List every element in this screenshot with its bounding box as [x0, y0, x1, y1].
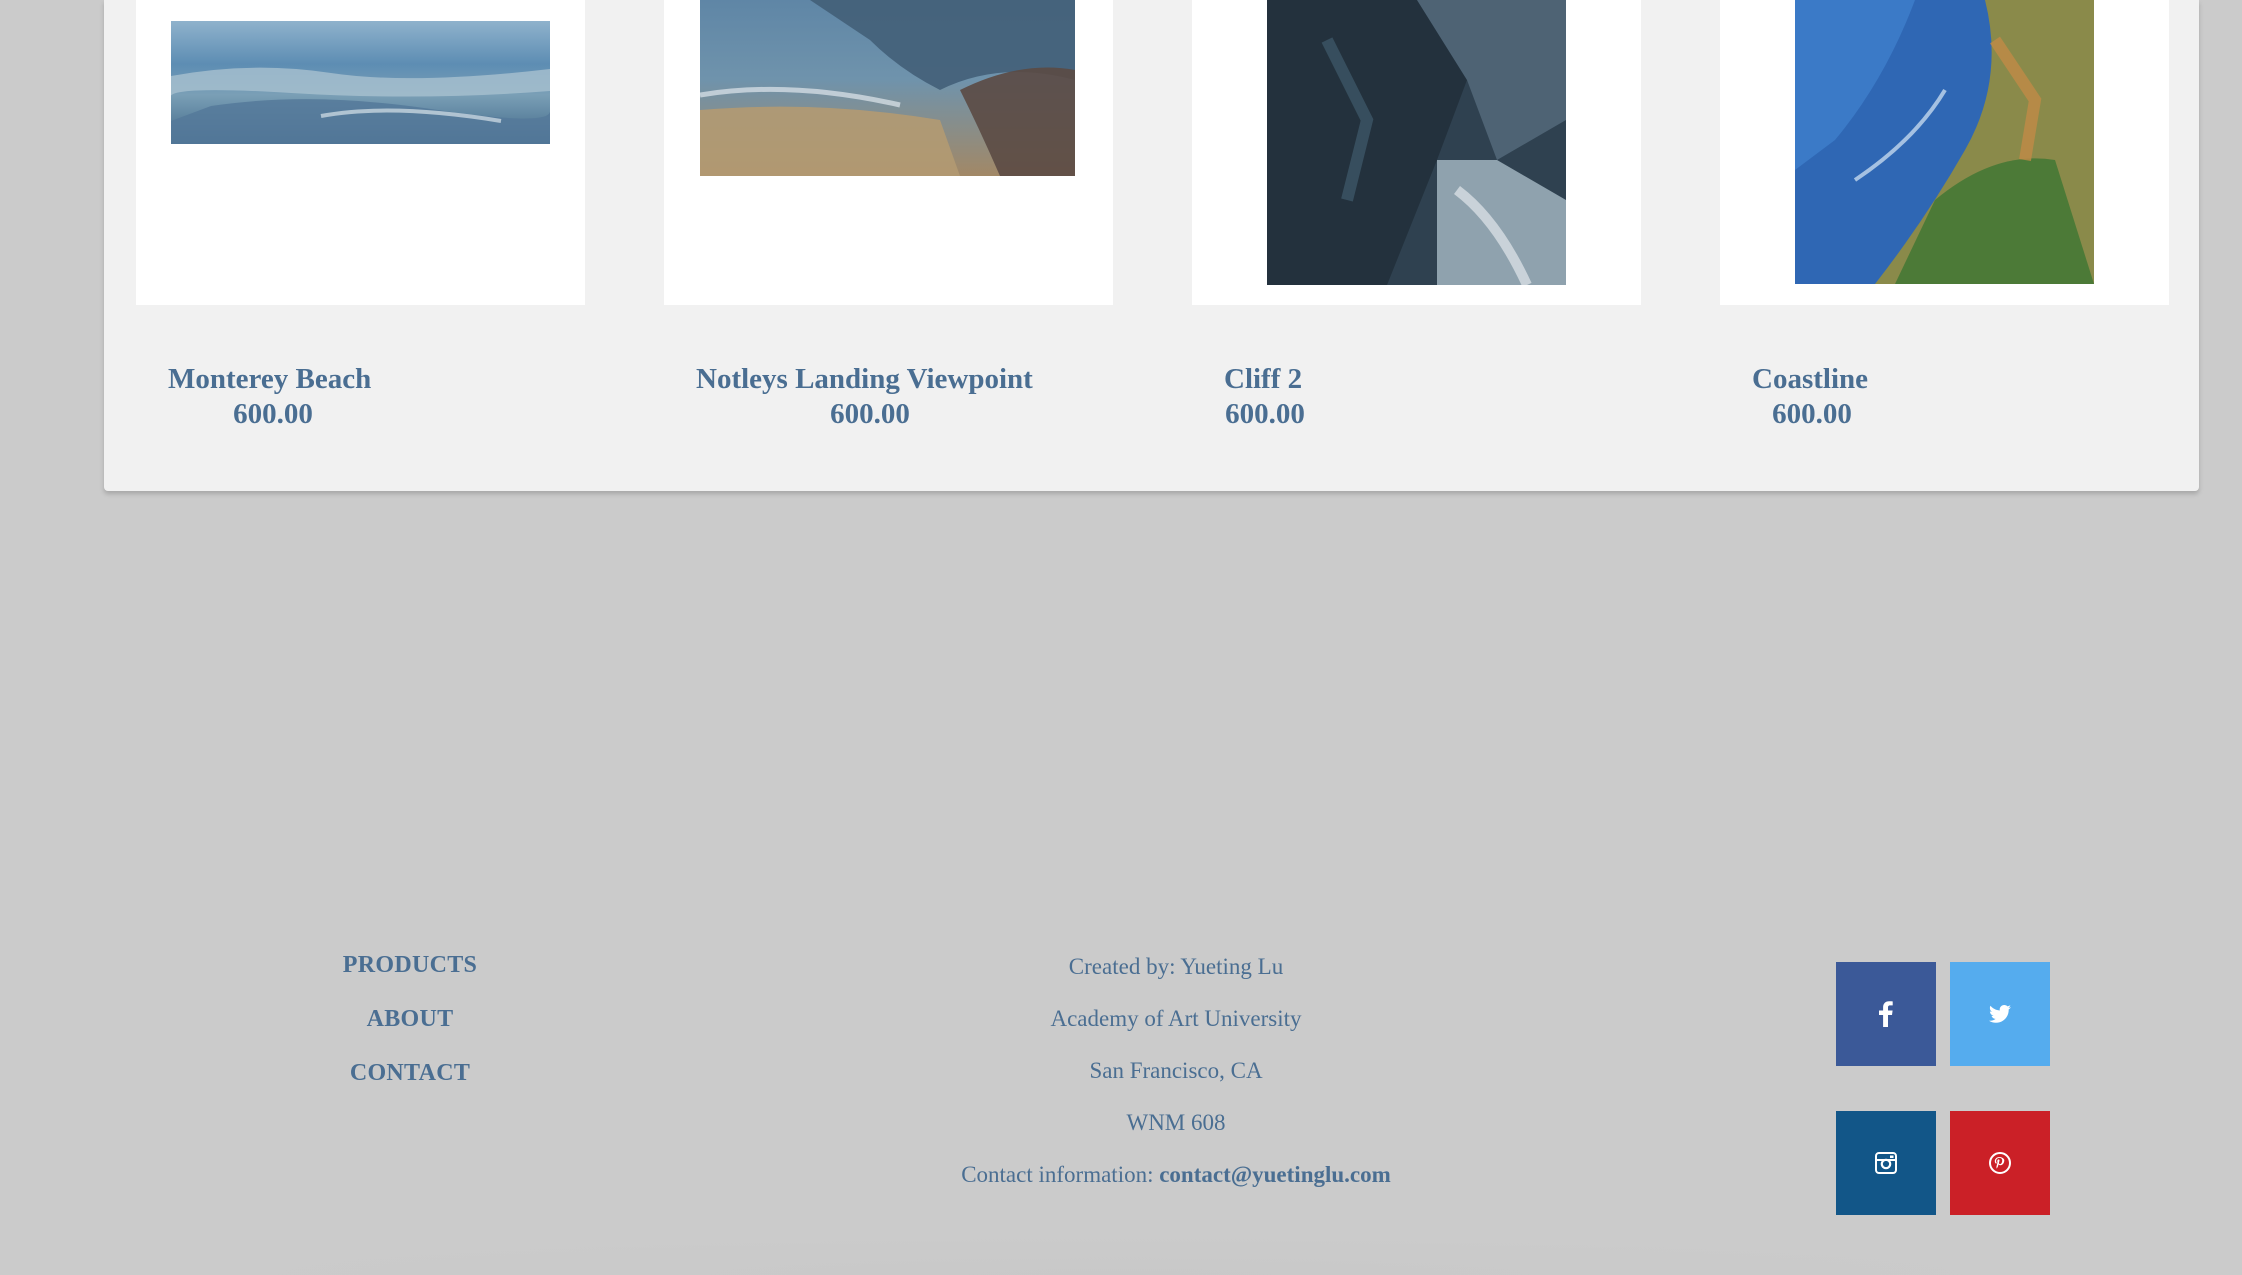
- product-image-frame[interactable]: [136, 0, 585, 305]
- footer-location: San Francisco, CA: [1089, 1058, 1263, 1083]
- footer-created-by: Created by: Yueting Lu: [1068, 954, 1284, 979]
- product-title[interactable]: Coastline: [1752, 362, 1868, 396]
- product-title[interactable]: Monterey Beach: [168, 362, 371, 396]
- product-image-frame[interactable]: [1720, 0, 2169, 305]
- instagram-icon: [1875, 1152, 1897, 1174]
- product-title[interactable]: Notleys Landing Viewpoint: [696, 362, 1033, 396]
- product-price: 600.00: [1225, 398, 1305, 430]
- painting-cliff-2[interactable]: [1267, 0, 1566, 285]
- painting-monterey-beach[interactable]: [171, 21, 550, 144]
- product-grid-panel: Monterey Beach 600.00 Notleys Landing Vi…: [104, 0, 2199, 491]
- painting-coastline[interactable]: [1795, 0, 2094, 284]
- footer-link-about[interactable]: ABOUT: [300, 1004, 520, 1034]
- pinterest-button[interactable]: [1950, 1111, 2050, 1215]
- footer-contact: Contact information: contact@yuetinglu.c…: [876, 1158, 1476, 1210]
- footer-nav: PRODUCTS ABOUT CONTACT: [300, 950, 520, 1112]
- product-price: 600.00: [830, 398, 910, 430]
- facebook-button[interactable]: [1836, 962, 1936, 1066]
- product-price: 600.00: [233, 398, 313, 430]
- footer-email-link[interactable]: contact@yuetinglu.com: [1159, 1162, 1391, 1187]
- product-image-frame[interactable]: [1192, 0, 1641, 305]
- pinterest-icon: [1989, 1152, 2011, 1174]
- footer-school: Academy of Art University: [1050, 1006, 1302, 1031]
- footer-info: Created by: Yueting Lu Academy of Art Un…: [876, 950, 1476, 1210]
- footer-course: WNM 608: [1126, 1110, 1226, 1135]
- page-bottom-shadow: [180, 1235, 2060, 1275]
- twitter-icon: [1989, 1005, 2011, 1023]
- footer-contact-label: Contact information:: [961, 1162, 1154, 1187]
- twitter-button[interactable]: [1950, 962, 2050, 1066]
- footer-link-products[interactable]: PRODUCTS: [300, 950, 520, 980]
- footer-link-contact[interactable]: CONTACT: [300, 1058, 520, 1088]
- facebook-icon: [1879, 1001, 1893, 1027]
- painting-notleys-landing[interactable]: [700, 0, 1075, 176]
- product-price: 600.00: [1772, 398, 1852, 430]
- product-title[interactable]: Cliff 2: [1224, 362, 1302, 396]
- instagram-button[interactable]: [1836, 1111, 1936, 1215]
- product-image-frame[interactable]: [664, 0, 1113, 305]
